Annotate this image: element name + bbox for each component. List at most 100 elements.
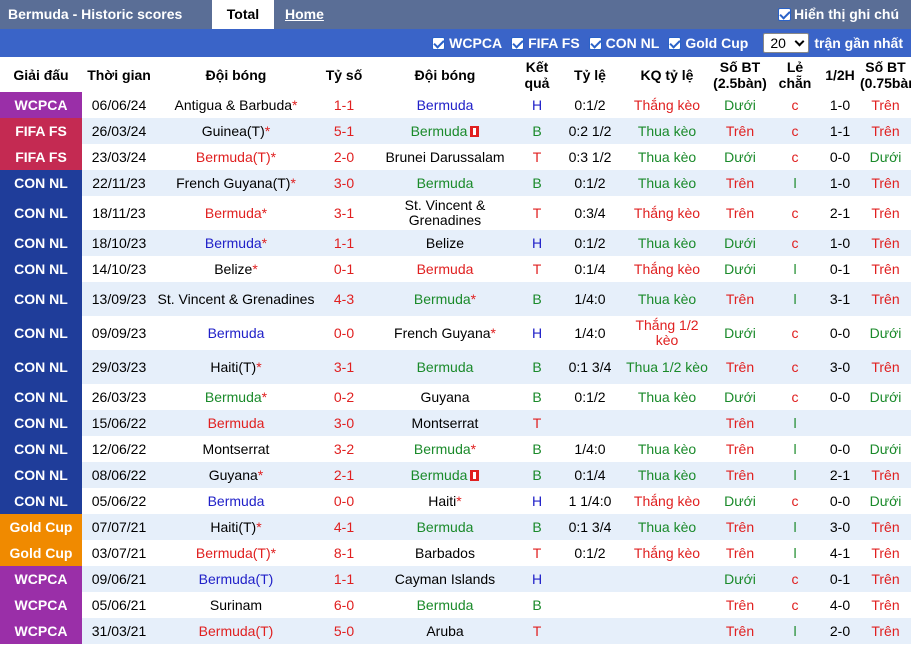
match-score[interactable]: 3-1 xyxy=(316,196,372,230)
away-team-cell[interactable]: Aruba xyxy=(372,618,518,644)
home-team-cell[interactable]: Bermuda(T) xyxy=(156,566,316,592)
home-team-cell[interactable]: Bermuda* xyxy=(156,230,316,256)
home-team-name[interactable]: Surinam xyxy=(210,597,262,613)
league-badge[interactable]: CON NL xyxy=(0,410,82,436)
away-team-name[interactable]: Bermuda xyxy=(417,519,474,535)
home-team-cell[interactable]: Bermuda(T)* xyxy=(156,144,316,170)
home-team-name[interactable]: Bermuda(T) xyxy=(199,623,274,639)
home-team-name[interactable]: Bermuda xyxy=(208,493,265,509)
home-team-name[interactable]: Bermuda xyxy=(208,415,265,431)
home-team-cell[interactable]: Surinam xyxy=(156,592,316,618)
home-team-name[interactable]: Bermuda xyxy=(205,205,262,221)
filter-wcpca[interactable]: WCPCA xyxy=(432,35,502,51)
league-badge[interactable]: CON NL xyxy=(0,316,82,350)
away-team-name[interactable]: Bermuda xyxy=(417,359,474,375)
away-team-cell[interactable]: Belize xyxy=(372,230,518,256)
match-score[interactable]: 1-1 xyxy=(316,230,372,256)
league-badge[interactable]: CON NL xyxy=(0,196,82,230)
home-team-cell[interactable]: Guyana* xyxy=(156,462,316,488)
away-team-cell[interactable]: Haiti* xyxy=(372,488,518,514)
match-score[interactable]: 8-1 xyxy=(316,540,372,566)
away-team-cell[interactable]: Bermuda xyxy=(372,92,518,118)
away-team-cell[interactable]: French Guyana* xyxy=(372,316,518,350)
home-team-name[interactable]: Haiti(T) xyxy=(210,519,256,535)
away-team-name[interactable]: Bermuda xyxy=(417,175,474,191)
home-team-name[interactable]: Bermuda(T) xyxy=(196,545,271,561)
home-team-cell[interactable]: Belize* xyxy=(156,256,316,282)
league-badge[interactable]: FIFA FS xyxy=(0,144,82,170)
home-team-cell[interactable]: Guinea(T)* xyxy=(156,118,316,144)
home-team-cell[interactable]: Haiti(T)* xyxy=(156,350,316,384)
home-team-cell[interactable]: French Guyana(T)* xyxy=(156,170,316,196)
away-team-name[interactable]: Bermuda xyxy=(414,441,471,457)
away-team-name[interactable]: Bermuda xyxy=(417,597,474,613)
home-team-name[interactable]: Bermuda xyxy=(205,235,262,251)
away-team-cell[interactable]: Guyana xyxy=(372,384,518,410)
tab-home[interactable]: Home xyxy=(285,6,324,22)
home-team-name[interactable]: Bermuda xyxy=(205,389,262,405)
home-team-name[interactable]: Bermuda(T) xyxy=(196,149,271,165)
match-score[interactable]: 5-1 xyxy=(316,118,372,144)
home-team-cell[interactable]: Bermuda xyxy=(156,488,316,514)
match-score[interactable]: 6-0 xyxy=(316,592,372,618)
home-team-cell[interactable]: Bermuda* xyxy=(156,196,316,230)
home-team-name[interactable]: Haiti(T) xyxy=(210,359,256,375)
match-score[interactable]: 3-0 xyxy=(316,170,372,196)
home-team-cell[interactable]: Haiti(T)* xyxy=(156,514,316,540)
match-count-select[interactable]: 20 xyxy=(763,33,810,53)
home-team-name[interactable]: French Guyana(T) xyxy=(176,175,290,191)
home-team-cell[interactable]: Antigua & Barbuda* xyxy=(156,92,316,118)
league-badge[interactable]: CON NL xyxy=(0,230,82,256)
away-team-cell[interactable]: Bermuda xyxy=(372,514,518,540)
league-badge[interactable]: FIFA FS xyxy=(0,118,82,144)
home-team-name[interactable]: Guyana xyxy=(209,467,258,483)
away-team-cell[interactable]: Montserrat xyxy=(372,410,518,436)
away-team-cell[interactable]: Bermuda xyxy=(372,170,518,196)
match-score[interactable]: 2-1 xyxy=(316,462,372,488)
away-team-cell[interactable]: Barbados xyxy=(372,540,518,566)
away-team-cell[interactable]: Cayman Islands xyxy=(372,566,518,592)
match-score[interactable]: 0-0 xyxy=(316,316,372,350)
away-team-cell[interactable]: St. Vincent & Grenadines xyxy=(372,196,518,230)
away-team-name[interactable]: French Guyana xyxy=(394,325,491,341)
away-team-cell[interactable]: Brunei Darussalam xyxy=(372,144,518,170)
league-badge[interactable]: CON NL xyxy=(0,350,82,384)
away-team-name[interactable]: Bermuda xyxy=(411,467,468,483)
filter-gold-cup[interactable]: Gold Cup xyxy=(668,35,748,51)
away-team-cell[interactable]: Bermuda xyxy=(372,350,518,384)
home-team-cell[interactable]: Bermuda xyxy=(156,410,316,436)
away-team-name[interactable]: Bermuda xyxy=(414,291,471,307)
checkbox-icon[interactable] xyxy=(432,36,446,50)
home-team-cell[interactable]: Bermuda xyxy=(156,316,316,350)
match-score[interactable]: 2-0 xyxy=(316,144,372,170)
away-team-name[interactable]: Montserrat xyxy=(412,415,479,431)
league-badge[interactable]: WCPCA xyxy=(0,92,82,118)
match-score[interactable]: 3-0 xyxy=(316,410,372,436)
tab-total[interactable]: Total xyxy=(212,0,274,29)
league-badge[interactable]: CON NL xyxy=(0,170,82,196)
match-score[interactable]: 4-1 xyxy=(316,514,372,540)
league-badge[interactable]: WCPCA xyxy=(0,566,82,592)
league-badge[interactable]: WCPCA xyxy=(0,592,82,618)
away-team-name[interactable]: Guyana xyxy=(420,389,469,405)
match-score[interactable]: 1-1 xyxy=(316,92,372,118)
league-badge[interactable]: CON NL xyxy=(0,282,82,316)
home-team-cell[interactable]: Bermuda(T) xyxy=(156,618,316,644)
match-score[interactable]: 1-1 xyxy=(316,566,372,592)
league-badge[interactable]: CON NL xyxy=(0,462,82,488)
league-badge[interactable]: CON NL xyxy=(0,384,82,410)
home-team-name[interactable]: St. Vincent & Grenadines xyxy=(158,291,315,307)
away-team-name[interactable]: Cayman Islands xyxy=(395,571,495,587)
away-team-cell[interactable]: Bermuda xyxy=(372,118,518,144)
filter-fifa-fs[interactable]: FIFA FS xyxy=(511,35,580,51)
checkbox-icon[interactable] xyxy=(668,36,682,50)
home-team-cell[interactable]: St. Vincent & Grenadines xyxy=(156,282,316,316)
away-team-name[interactable]: Brunei Darussalam xyxy=(385,149,504,165)
match-score[interactable]: 5-0 xyxy=(316,618,372,644)
away-team-cell[interactable]: Bermuda xyxy=(372,592,518,618)
league-badge[interactable]: CON NL xyxy=(0,436,82,462)
checkbox-icon[interactable] xyxy=(588,36,602,50)
league-badge[interactable]: Gold Cup xyxy=(0,514,82,540)
away-team-name[interactable]: Bermuda xyxy=(417,261,474,277)
home-team-name[interactable]: Antigua & Barbuda xyxy=(175,97,293,113)
